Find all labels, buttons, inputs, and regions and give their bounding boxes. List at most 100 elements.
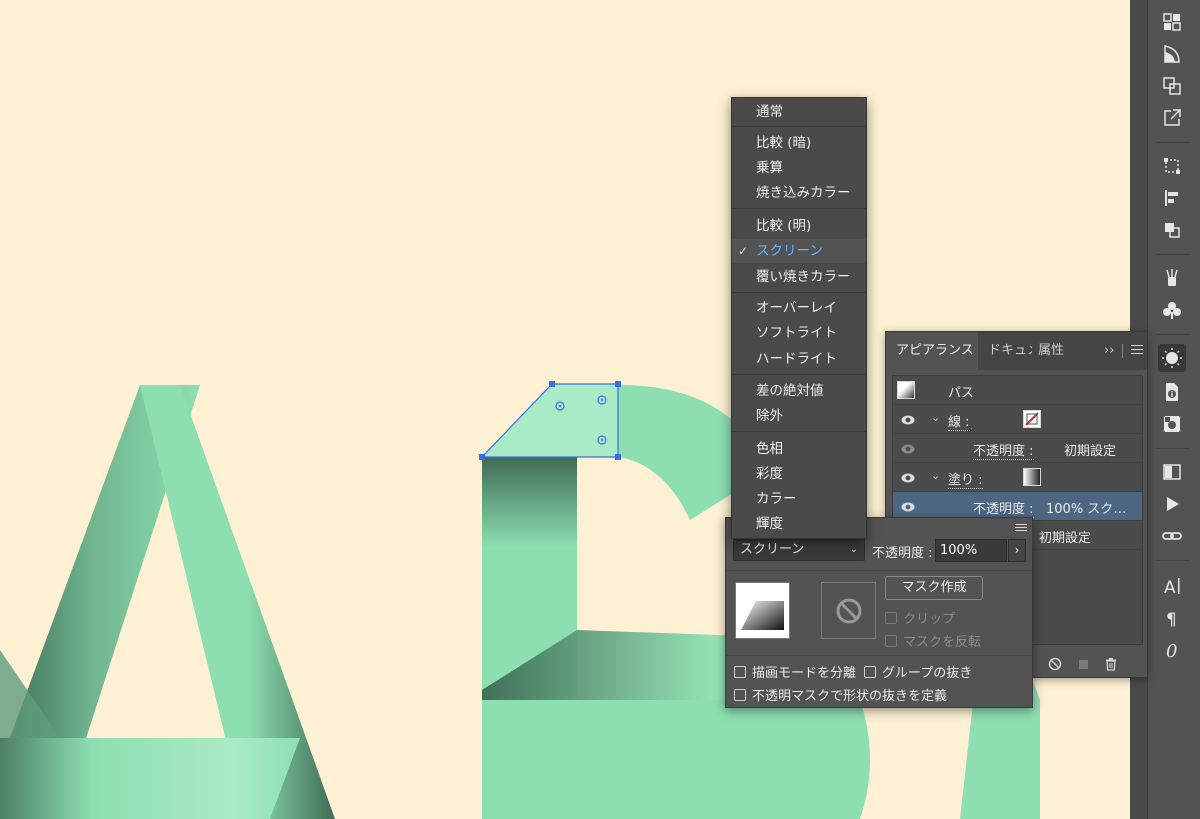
letter-b-stem bbox=[482, 457, 577, 819]
transparency-panel: スクリーン ⌄ 不透明度 : 100% › マスク作成 クリップ マスクを反転 … bbox=[725, 517, 1033, 708]
blend-menu-item[interactable]: 彩度 bbox=[732, 462, 866, 486]
svg-text:0: 0 bbox=[1166, 641, 1177, 661]
fill-row[interactable]: ⌄ 塗り : bbox=[893, 463, 1142, 492]
panel-icon-strip: A ¶ 0 bbox=[1148, 0, 1200, 819]
blend-mode-select[interactable]: スクリーン ⌄ bbox=[733, 539, 865, 561]
anchor-point bbox=[615, 454, 621, 460]
blend-mode-menu: 通常 比較 (暗) 乗算 焼き込みカラー 比較 (明) ✓ スクリーン 覆い焼きカ… bbox=[731, 97, 867, 539]
invert-mask-checkbox[interactable]: マスクを反転 bbox=[885, 631, 981, 650]
brushes-icon[interactable] bbox=[1158, 264, 1186, 292]
blend-menu-item[interactable]: 乗算 bbox=[732, 156, 866, 180]
export-icon[interactable] bbox=[1158, 104, 1186, 132]
tab-appearance[interactable]: アピアランス bbox=[886, 332, 978, 370]
opacity-slider-toggle[interactable]: › bbox=[1008, 539, 1026, 562]
clear-appearance-icon[interactable] bbox=[1048, 657, 1062, 671]
letter-a-crossbar bbox=[0, 738, 300, 819]
knockout-group-checkbox[interactable]: グループの抜き bbox=[864, 662, 972, 681]
stroke-row[interactable]: ⌄ 線 : bbox=[893, 405, 1142, 434]
opacity-mask-knockout-checkbox[interactable]: 不透明マスクで形状の抜きを定義 bbox=[734, 685, 947, 704]
crop-icon[interactable] bbox=[1158, 152, 1186, 180]
svg-text:¶: ¶ bbox=[1166, 610, 1177, 629]
toolbar-separator bbox=[1156, 334, 1190, 335]
make-mask-button[interactable]: マスク作成 bbox=[885, 576, 983, 600]
visibility-eye-icon[interactable] bbox=[901, 473, 915, 483]
pathfinder-icon[interactable] bbox=[1158, 216, 1186, 244]
fill-opacity-label[interactable]: 不透明度 : bbox=[973, 498, 1034, 518]
knockout-group-label: グループの抜き bbox=[882, 666, 973, 681]
clip-label: クリップ bbox=[903, 612, 956, 627]
stroke-opacity-label[interactable]: 不透明度 : bbox=[973, 440, 1034, 460]
object-label: パス bbox=[948, 386, 975, 401]
clip-checkbox[interactable]: クリップ bbox=[885, 608, 955, 627]
fill-gradient-swatch[interactable] bbox=[1023, 468, 1041, 486]
visibility-eye-icon[interactable] bbox=[901, 444, 915, 454]
libraries-icon[interactable] bbox=[1158, 8, 1186, 36]
checkmark-icon: ✓ bbox=[738, 244, 749, 258]
chevron-down-icon[interactable]: ⌄ bbox=[931, 469, 940, 482]
visibility-eye-icon[interactable] bbox=[901, 502, 915, 512]
anchor-point bbox=[479, 454, 485, 460]
actions-icon[interactable] bbox=[1158, 490, 1186, 518]
blend-menu-item[interactable]: 除外 bbox=[732, 404, 866, 428]
menu-separator bbox=[732, 374, 866, 375]
panel-menu-icon[interactable] bbox=[1015, 524, 1027, 534]
blend-menu-item[interactable]: 比較 (明) bbox=[732, 214, 866, 238]
blend-menu-item[interactable]: 色相 bbox=[732, 437, 866, 461]
collapse-panel-icon[interactable]: ›› bbox=[1104, 332, 1114, 370]
stroke-swatch-none[interactable] bbox=[1023, 410, 1041, 428]
opacity-input[interactable]: 100% bbox=[935, 539, 1007, 562]
trash-icon[interactable] bbox=[1104, 657, 1118, 671]
menu-separator bbox=[732, 126, 866, 127]
blend-menu-item[interactable]: オーバーレイ bbox=[732, 296, 866, 320]
swatches-gradient-icon[interactable] bbox=[1158, 458, 1186, 486]
blend-menu-item[interactable]: 輝度 bbox=[732, 512, 866, 536]
paragraph-icon[interactable]: ¶ bbox=[1158, 604, 1186, 632]
no-mask-icon bbox=[836, 598, 861, 623]
document-info-icon[interactable] bbox=[1158, 378, 1186, 406]
blend-menu-item[interactable]: 比較 (暗) bbox=[732, 131, 866, 155]
graphic-styles-icon[interactable] bbox=[1158, 410, 1186, 438]
blend-menu-item[interactable]: 焼き込みカラー bbox=[732, 181, 866, 205]
links-icon[interactable] bbox=[1158, 522, 1186, 550]
symbols-icon[interactable] bbox=[1158, 296, 1186, 324]
blend-menu-item[interactable]: カラー bbox=[732, 487, 866, 511]
blend-menu-item-checked[interactable]: ✓ スクリーン bbox=[732, 239, 866, 263]
divider bbox=[726, 570, 1032, 571]
gradient-icon[interactable] bbox=[1158, 40, 1186, 68]
transform-icon[interactable] bbox=[1158, 72, 1186, 100]
isolate-blending-label: 描画モードを分離 bbox=[752, 666, 857, 681]
fill-opacity-value: 100% スクリーン bbox=[1046, 502, 1138, 517]
blend-menu-item[interactable]: ソフトライト bbox=[732, 321, 866, 345]
duplicate-item-icon[interactable] bbox=[1076, 657, 1090, 671]
blend-menu-item[interactable]: ハードライト bbox=[732, 347, 866, 371]
tab-document-info[interactable]: ドキュメント情報 bbox=[978, 332, 1032, 370]
selected-path bbox=[480, 383, 619, 458]
stroke-opacity-row[interactable]: 不透明度 : 初期設定 bbox=[893, 434, 1142, 463]
blend-menu-item[interactable]: 通常 bbox=[732, 100, 866, 124]
opentype-icon[interactable]: 0 bbox=[1158, 636, 1186, 664]
opacity-mask-thumbnail[interactable] bbox=[821, 582, 876, 639]
blend-menu-item[interactable]: 差の絶対値 bbox=[732, 379, 866, 403]
isolate-blending-checkbox[interactable]: 描画モードを分離 bbox=[734, 662, 856, 681]
blend-menu-item[interactable]: 覆い焼きカラー bbox=[732, 265, 866, 289]
divider bbox=[726, 655, 1032, 656]
tab-divider bbox=[1122, 344, 1123, 358]
tab-attributes[interactable]: 属性 bbox=[1028, 332, 1074, 370]
visibility-eye-icon[interactable] bbox=[901, 415, 915, 425]
character-icon[interactable]: A bbox=[1158, 572, 1186, 600]
chevron-down-icon: ⌄ bbox=[849, 544, 858, 555]
menu-separator bbox=[732, 431, 866, 432]
object-thumbnail[interactable] bbox=[735, 582, 790, 639]
object-row[interactable]: パス bbox=[893, 376, 1142, 405]
letter-b-lower-bowl bbox=[577, 700, 870, 819]
stroke-label[interactable]: 線 : bbox=[948, 411, 970, 431]
panel-menu-icon[interactable] bbox=[1131, 345, 1143, 355]
align-icon[interactable] bbox=[1158, 184, 1186, 212]
toolbar-separator bbox=[1156, 448, 1190, 449]
chevron-down-icon[interactable]: ⌄ bbox=[931, 411, 940, 424]
fill-label[interactable]: 塗り : bbox=[948, 469, 983, 489]
corner-widget bbox=[600, 438, 604, 442]
appearance-icon[interactable] bbox=[1158, 344, 1186, 372]
blend-menu-item-label: スクリーン bbox=[756, 243, 823, 259]
panel-tab-bar: アピアランス ドキュメント情報 属性 ›› bbox=[886, 332, 1147, 370]
